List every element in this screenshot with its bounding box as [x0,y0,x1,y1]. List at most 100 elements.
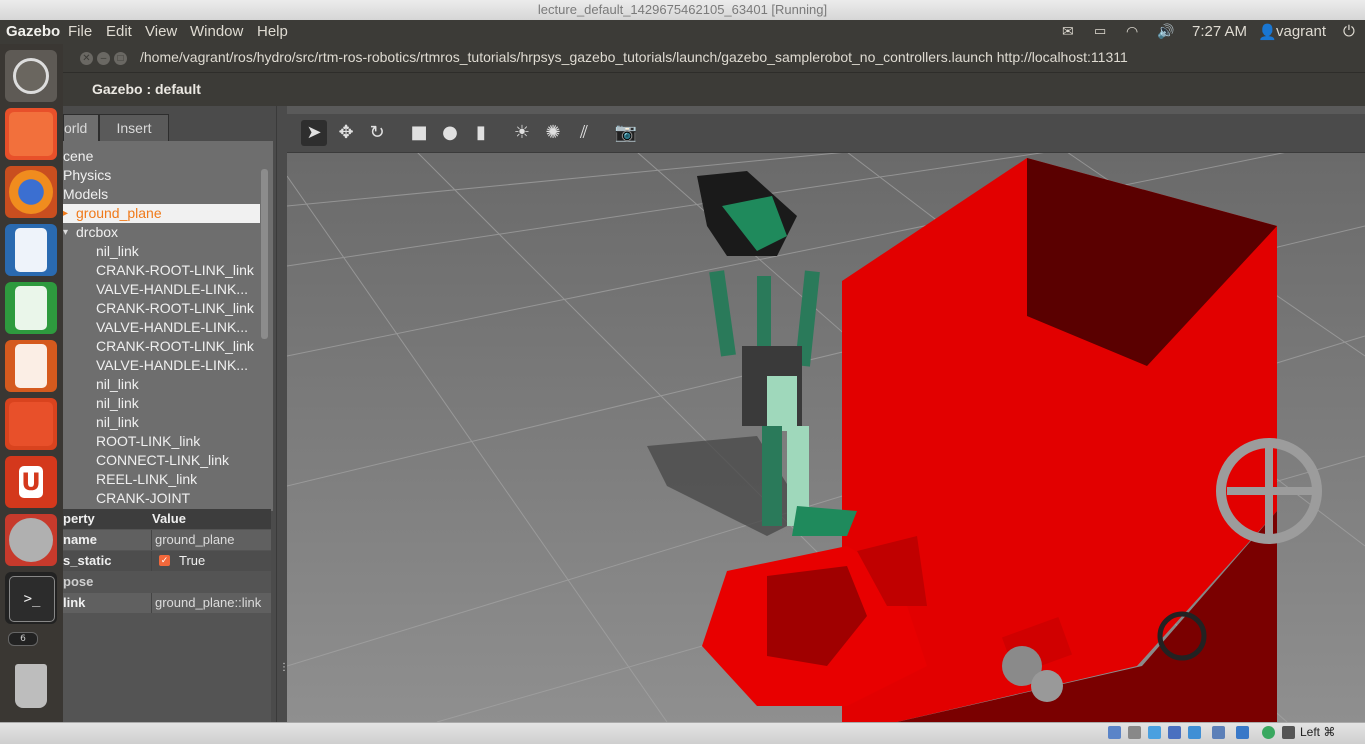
capture-icon[interactable] [1236,726,1249,739]
value-header-label: Value [152,511,186,526]
power-icon[interactable]: ⏻ [1343,23,1355,40]
property-value: True [179,553,206,568]
display-icon[interactable] [1212,726,1225,739]
files-icon[interactable] [5,108,57,160]
trash-icon[interactable] [5,660,57,712]
property-row-name[interactable]: name ground_plane [63,530,271,550]
tree-child[interactable]: VALVE-HANDLE-LINK... [96,318,248,337]
usb-icon[interactable] [1148,726,1161,739]
unity-launcher: U >_ 6 [0,44,64,722]
tab-insert-label: Insert [116,120,152,136]
tree-child[interactable]: CRANK-JOINT [96,489,190,508]
host-key-label: Left ⌘ [1300,725,1336,739]
user-name[interactable]: vagrant [1276,23,1326,40]
3d-viewport[interactable]: ➤ ✥ ↻ ■ ● ▮ ☀ ✺ ⫽ 📷 [287,106,1365,722]
property-row-static[interactable]: s_static ✓ True [63,551,271,571]
mouse-integration-icon[interactable] [1282,726,1295,739]
writer-icon[interactable] [5,224,57,276]
system-settings-icon[interactable] [5,514,57,566]
directional-light-icon[interactable]: ⫽ [571,120,597,146]
vm-statusbar: Left ⌘ [0,722,1365,744]
tree-item-models[interactable]: Models [63,185,108,204]
menu-file[interactable]: File [68,23,92,40]
tree-child[interactable]: CRANK-ROOT-LINK_link [96,337,254,356]
terminal-title: /home/vagrant/ros/hydro/src/rtm-ros-robo… [140,49,1128,65]
sphere-icon[interactable]: ● [437,120,463,146]
screenshot-icon[interactable]: 📷 [613,120,639,146]
tree-child[interactable]: nil_link [96,375,139,394]
scene-render[interactable] [287,106,1365,722]
cpu-activity-icon[interactable] [1262,726,1275,739]
firefox-icon[interactable] [5,166,57,218]
ubuntu-one-icon[interactable]: U [5,456,57,508]
property-label: name [63,532,97,547]
tree-item-scene[interactable]: cene [63,147,93,166]
tree-item-label: ground_plane [76,205,162,221]
checkbox-icon[interactable]: ✓ [159,555,170,566]
tree-item-ground-plane[interactable]: ▸ ground_plane [63,204,260,223]
impress-icon[interactable] [5,340,57,392]
expand-arrow-icon[interactable]: ▸ [63,204,68,223]
wifi-icon[interactable]: ◠ [1126,23,1138,40]
minimize-icon[interactable]: – [97,52,110,65]
hdd-icon[interactable] [1108,726,1121,739]
menu-help[interactable]: Help [257,23,288,40]
tree-child[interactable]: REEL-LINK_link [96,470,197,489]
workspace-icon[interactable]: 6 [8,632,38,646]
property-panel: perty Value name ground_plane s_static ✓… [63,509,271,722]
property-header: perty Value [63,509,271,529]
menu-window[interactable]: Window [190,23,243,40]
model-tree[interactable]: cene Physics Models ▸ ground_plane ▾ drc… [63,141,273,511]
rotate-icon[interactable]: ↻ [364,120,390,146]
world-panel: orld Insert cene Physics Models ▸ ground… [63,106,287,722]
tree-child[interactable]: nil_link [96,242,139,261]
tree-child[interactable]: VALVE-HANDLE-LINK... [96,356,248,375]
calc-icon[interactable] [5,282,57,334]
network-icon[interactable] [1168,726,1181,739]
tree-scrollbar[interactable] [261,169,268,339]
shared-folder-icon[interactable] [1188,726,1201,739]
tree-child[interactable]: VALVE-HANDLE-LINK... [96,280,248,299]
tab-world[interactable]: orld [63,114,99,142]
menu-view[interactable]: View [145,23,177,40]
maximize-icon[interactable]: □ [114,52,127,65]
property-label: link [63,595,86,610]
terminal-titlebar: ✕ – □ /home/vagrant/ros/hydro/src/rtm-ro… [63,44,1365,72]
volume-icon[interactable]: 🔊 [1157,23,1174,40]
gazebo-title: Gazebo : default [92,81,201,97]
property-header-label: perty [63,511,95,526]
mail-icon[interactable]: ✉ [1062,23,1074,40]
tree-child[interactable]: CRANK-ROOT-LINK_link [96,299,254,318]
property-row-pose[interactable]: pose [63,572,271,592]
tree-child[interactable]: CRANK-ROOT-LINK_link [96,261,254,280]
close-icon[interactable]: ✕ [80,52,93,65]
ubuntu-dash-icon[interactable] [5,50,57,102]
tree-item-physics[interactable]: Physics [63,166,111,185]
tree-child[interactable]: ROOT-LINK_link [96,432,200,451]
terminal-icon[interactable]: >_ [5,572,57,624]
software-center-icon[interactable] [5,398,57,450]
ubuntu-top-panel: Gazebo File Edit View Window Help ✉ ▭ ◠ … [0,20,1365,44]
box-icon[interactable]: ■ [406,120,432,146]
property-value[interactable]: ground_plane [155,530,235,550]
tree-child[interactable]: nil_link [96,413,139,432]
point-light-icon[interactable]: ☀ [509,120,535,146]
user-icon[interactable]: 👤 [1258,23,1277,41]
property-value[interactable]: ground_plane::link [155,593,261,613]
property-label: s_static [63,553,112,568]
optical-drive-icon[interactable] [1128,726,1141,739]
tree-child[interactable]: CONNECT-LINK_link [96,451,229,470]
tab-insert[interactable]: Insert [99,114,169,142]
tree-child[interactable]: nil_link [96,394,139,413]
translate-icon[interactable]: ✥ [333,120,359,146]
vm-window-title: lecture_default_1429675462105_63401 [Run… [0,0,1365,21]
property-row-link[interactable]: link ground_plane::link [63,593,271,613]
tab-world-label: orld [64,120,88,136]
clock[interactable]: 7:27 AM [1192,23,1247,40]
spot-light-icon[interactable]: ✺ [540,120,566,146]
cylinder-icon[interactable]: ▮ [468,120,494,146]
collapse-arrow-icon[interactable]: ▾ [63,223,68,242]
menu-edit[interactable]: Edit [106,23,132,40]
battery-icon[interactable]: ▭ [1094,23,1106,39]
select-arrow-icon[interactable]: ➤ [301,120,327,146]
